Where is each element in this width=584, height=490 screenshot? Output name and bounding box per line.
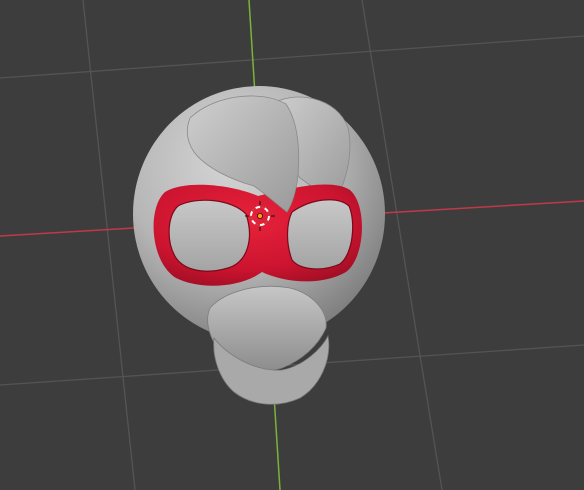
viewport-canvas[interactable] [0,0,584,490]
owl-head-model[interactable] [133,86,385,405]
object-origin-icon [256,212,263,219]
3d-viewport[interactable] [0,0,584,490]
eye-hole-right [286,199,354,270]
grid-line [82,0,136,490]
eye-hole-left [168,199,250,272]
